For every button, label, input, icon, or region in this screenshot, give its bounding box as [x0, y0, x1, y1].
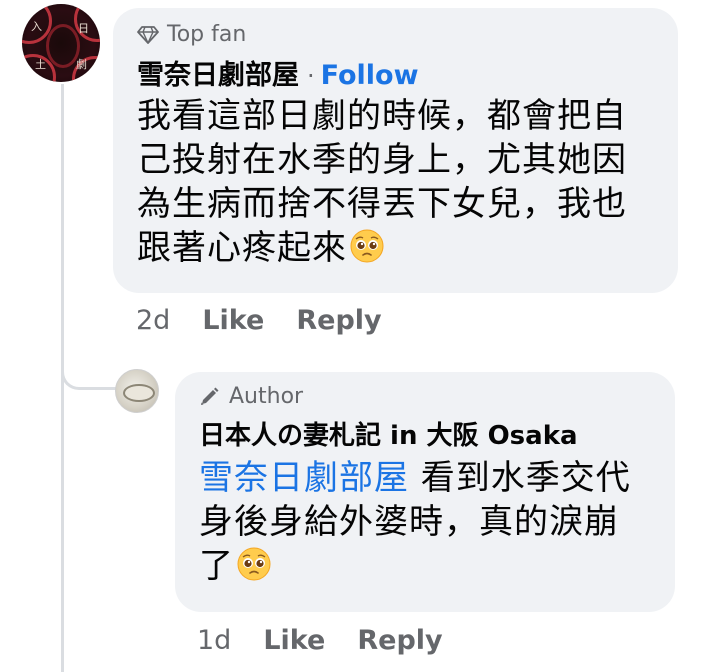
comment-timestamp[interactable]: 1d	[197, 625, 231, 656]
avatar-char: 入	[31, 20, 42, 33]
pleading-face-emoji	[236, 546, 272, 582]
follow-button[interactable]: Follow	[321, 60, 419, 91]
reply-bubble: Author 日本人の妻札記 in 大阪 Osaka 雪奈日劇部屋 看到水季交代…	[175, 372, 675, 612]
pleading-face-emoji	[349, 228, 385, 264]
reply-connector-line	[61, 352, 119, 390]
diamond-icon	[137, 25, 159, 45]
avatar-char: 土	[35, 58, 46, 71]
comment-timestamp[interactable]: 2d	[136, 305, 170, 336]
avatar-char: 劇	[76, 58, 87, 71]
avatar-char: 日	[78, 22, 89, 35]
comment-text: 我看這部日劇的時候，都會把自己投射在水季的身上，尤其她因為生病而捨不得丟下女兒，…	[137, 94, 654, 270]
like-button[interactable]: Like	[263, 625, 325, 656]
reply-actions: 1d Like Reply	[197, 625, 443, 656]
badge-label: Author	[229, 384, 304, 409]
separator-dot: ·	[307, 62, 315, 90]
reply-button[interactable]: Reply	[357, 625, 442, 656]
pen-icon	[199, 387, 221, 407]
avatar[interactable]: 入 日 土 劇	[22, 4, 100, 82]
like-button[interactable]: Like	[202, 305, 264, 336]
author-badge[interactable]: Author	[199, 384, 651, 409]
comment-author[interactable]: 雪奈日劇部屋	[137, 53, 299, 92]
comment-bubble: Top fan 雪奈日劇部屋 · Follow 我看這部日劇的時候，都會把自己投…	[113, 8, 678, 293]
mention-link[interactable]: 雪奈日劇部屋	[199, 458, 409, 498]
top-fan-badge[interactable]: Top fan	[137, 22, 654, 47]
avatar-arc	[46, 24, 80, 68]
comment-author[interactable]: 日本人の妻札記 in 大阪 Osaka	[199, 415, 578, 452]
reply-button[interactable]: Reply	[296, 305, 381, 336]
comment-actions: 2d Like Reply	[136, 305, 382, 336]
badge-label: Top fan	[167, 22, 247, 47]
avatar[interactable]	[115, 369, 159, 413]
comment-text: 雪奈日劇部屋 看到水季交代身後身給外婆時，真的淚崩了	[199, 456, 651, 588]
avatar-photo	[123, 384, 155, 402]
